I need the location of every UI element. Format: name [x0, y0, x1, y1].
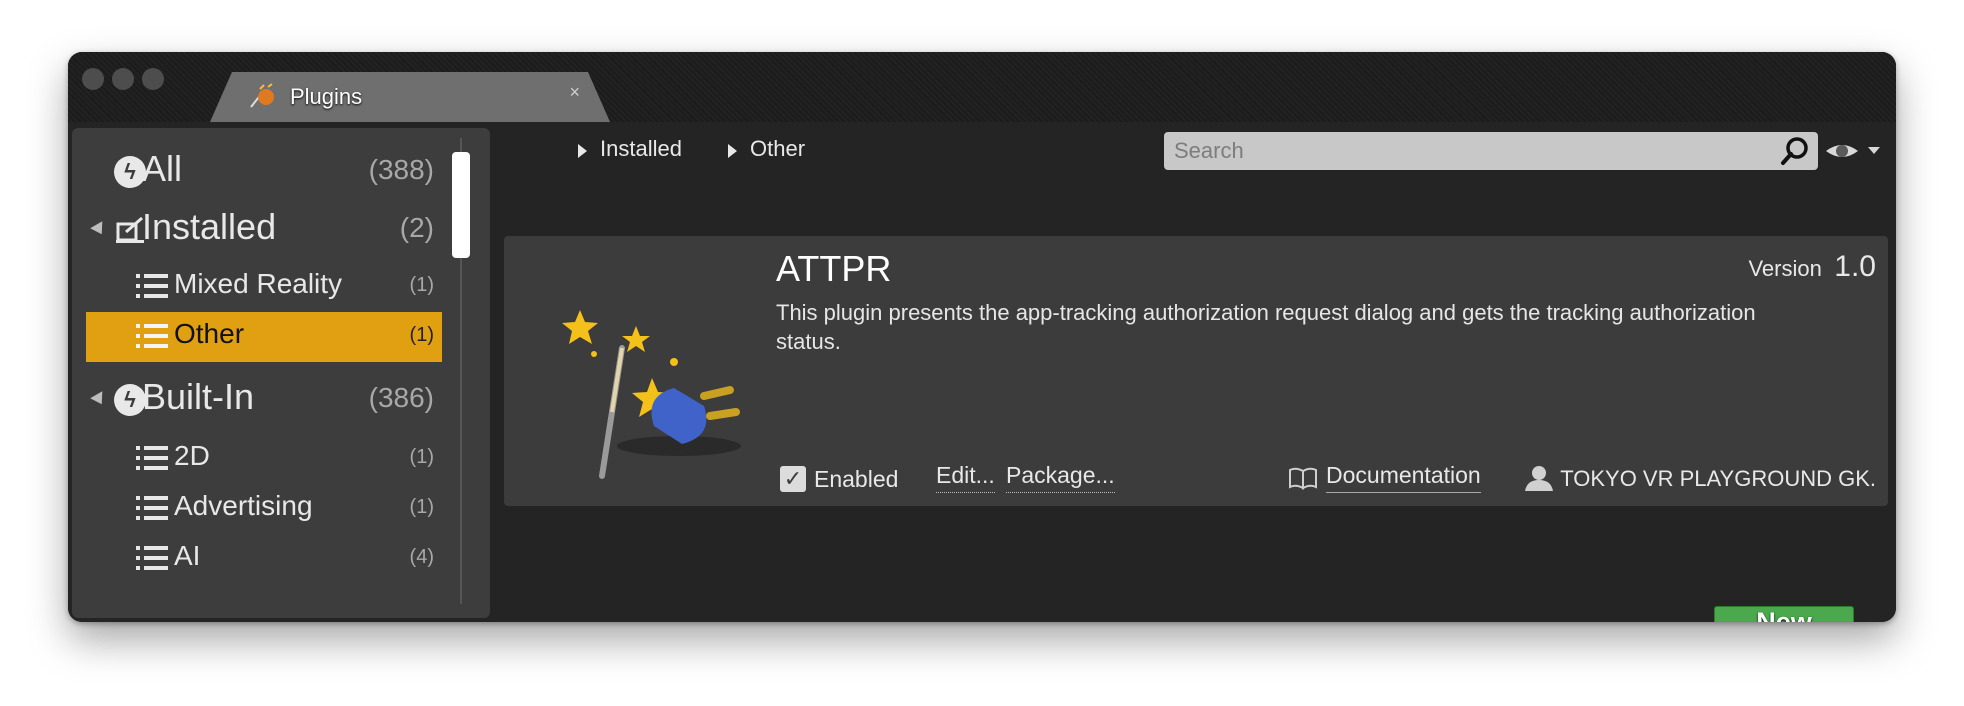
book-icon	[1289, 467, 1317, 490]
breadcrumb-arrow-icon	[728, 144, 737, 158]
plugin-card[interactable]: ATTPR Version 1.0 This plugin presents t…	[504, 236, 1888, 506]
plugin-tab-icon	[250, 83, 274, 108]
list-icon	[136, 546, 168, 570]
sidebar-item-label: Built-In	[142, 376, 255, 417]
sidebar-item-count: (388)	[368, 154, 434, 185]
new-plugin-button[interactable]: New Plugin	[1714, 606, 1854, 622]
tab-title: Plugins	[290, 84, 363, 109]
breadcrumb-other[interactable]: Other	[750, 136, 805, 162]
sidebar-item-label: Other	[174, 318, 245, 349]
expand-arrow-icon[interactable]	[90, 221, 108, 238]
sidebar-scrollbar-thumb[interactable]	[452, 152, 470, 258]
sidebar-item-all[interactable]: ϟ All (388)	[86, 144, 442, 200]
sidebar-item-installed[interactable]: Installed (2)	[86, 202, 442, 258]
sidebar-item-label: All	[142, 148, 183, 189]
sidebar-item-count: (1)	[409, 274, 434, 296]
window-close-dot[interactable]	[82, 68, 104, 90]
sidebar-item-count: (386)	[368, 382, 434, 413]
list-icon	[136, 324, 168, 348]
sidebar-item-built-in[interactable]: ϟ Built-In (386)	[86, 372, 442, 428]
sidebar-item-ai[interactable]: AI (4)	[86, 534, 442, 582]
documentation-link[interactable]: Documentation	[1326, 462, 1481, 493]
package-link[interactable]: Package...	[1006, 462, 1115, 493]
sidebar-item-label: AI	[174, 540, 201, 571]
sidebar-item-count: (2)	[399, 212, 434, 243]
list-icon	[136, 446, 168, 470]
sidebar-item-count: (1)	[409, 446, 434, 468]
plugins-window: Plugins × ϟ All (388) Installed (2) Mixe…	[68, 52, 1896, 622]
sidebar-item-other[interactable]: Other (1)	[86, 312, 442, 362]
plugins-content: ϟ All (388) Installed (2) Mixed Reality …	[68, 122, 1896, 622]
list-icon	[136, 274, 168, 298]
search-input[interactable]	[1164, 132, 1818, 170]
sidebar-item-2d[interactable]: 2D (1)	[86, 434, 442, 482]
enabled-checkbox[interactable]: ✓	[780, 466, 806, 492]
sidebar-item-label: Installed	[142, 206, 277, 247]
title-bar: Plugins ×	[68, 52, 1896, 122]
plugin-name: ATTPR	[776, 248, 892, 289]
sidebar-item-count: (1)	[409, 496, 434, 518]
window-minimize-dot[interactable]	[112, 68, 134, 90]
sidebar-item-count: (4)	[409, 546, 434, 568]
category-sidebar: ϟ All (388) Installed (2) Mixed Reality …	[72, 128, 490, 618]
search-icon[interactable]	[1780, 136, 1810, 166]
version-number: 1.0	[1834, 250, 1876, 283]
sidebar-item-mixed-reality[interactable]: Mixed Reality (1)	[86, 262, 442, 310]
expand-arrow-icon[interactable]	[90, 391, 108, 408]
version-label: Version	[1748, 256, 1822, 281]
magic-wand-plug-icon	[562, 310, 741, 479]
sidebar-item-label: Mixed Reality	[174, 268, 343, 299]
plugin-author: TOKYO VR PLAYGROUND GK.	[1560, 466, 1876, 491]
plugin-version: Version 1.0	[1748, 250, 1876, 284]
enabled-label: Enabled	[814, 466, 899, 492]
sidebar-item-advertising[interactable]: Advertising (1)	[86, 484, 442, 532]
list-icon	[136, 496, 168, 520]
sidebar-item-label: Advertising	[174, 490, 313, 521]
edit-link[interactable]: Edit...	[936, 462, 995, 493]
sidebar-item-count: (1)	[409, 324, 434, 346]
sidebar-item-label: 2D	[174, 440, 210, 471]
breadcrumb-installed[interactable]: Installed	[600, 136, 682, 162]
window-zoom-dot[interactable]	[142, 68, 164, 90]
plugin-description: This plugin presents the app-tracking au…	[776, 300, 1756, 354]
close-icon[interactable]: ×	[569, 82, 580, 103]
breadcrumb-arrow-icon	[578, 144, 587, 158]
user-icon	[1525, 466, 1553, 491]
tab-plugins[interactable]: Plugins ×	[210, 72, 610, 122]
eye-icon[interactable]	[1824, 138, 1884, 164]
